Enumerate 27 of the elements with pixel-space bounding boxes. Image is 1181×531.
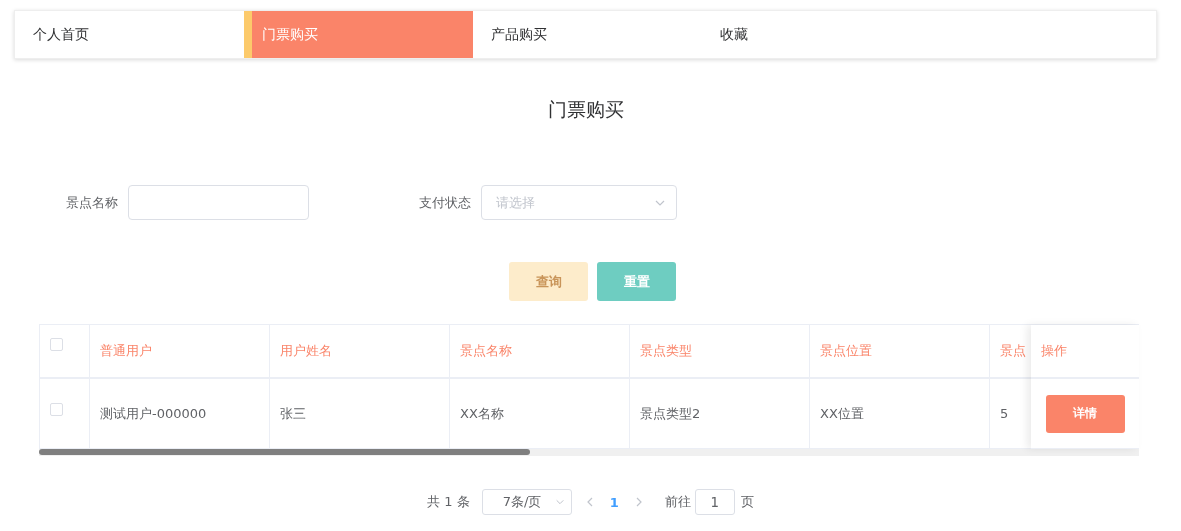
column-header: 景点名称 <box>450 325 630 379</box>
page-input[interactable]: 1 <box>694 489 735 515</box>
chevron-down-icon <box>554 497 565 507</box>
scrollbar-thumb[interactable] <box>39 449 530 455</box>
page-title: 门票购买 <box>546 97 625 122</box>
name-input[interactable] <box>128 185 309 220</box>
total-count: 共 1 条 <box>427 493 470 511</box>
reset-button[interactable]: 重置 <box>597 262 676 301</box>
nav-tab[interactable]: 产品购买 <box>473 11 702 58</box>
column-header: 景点类型 <box>630 325 810 379</box>
page-size-select[interactable]: 7条/页 <box>481 489 572 515</box>
detail-button[interactable]: 详情 <box>1045 394 1125 433</box>
column-header: 普通用户 <box>90 325 270 379</box>
column-header: 用户姓名 <box>270 325 450 379</box>
nav-tab[interactable]: 门票购买 <box>244 11 473 58</box>
nav-tab[interactable]: 收藏 <box>702 11 931 58</box>
column-header: 操作 <box>1031 325 1139 379</box>
page-number[interactable]: 1 <box>609 494 619 510</box>
status-select[interactable]: 请选择 <box>481 185 677 220</box>
field-label: 景点名称 <box>66 193 118 212</box>
checkbox[interactable] <box>50 337 63 351</box>
column-header: 景点位置 <box>810 325 990 379</box>
goto-label: 前往 <box>664 493 691 511</box>
field-label: 支付状态 <box>419 193 471 212</box>
checkbox[interactable] <box>50 403 63 416</box>
page-suffix: 页 <box>740 493 754 511</box>
nav-tab[interactable]: 个人首页 <box>15 11 244 58</box>
